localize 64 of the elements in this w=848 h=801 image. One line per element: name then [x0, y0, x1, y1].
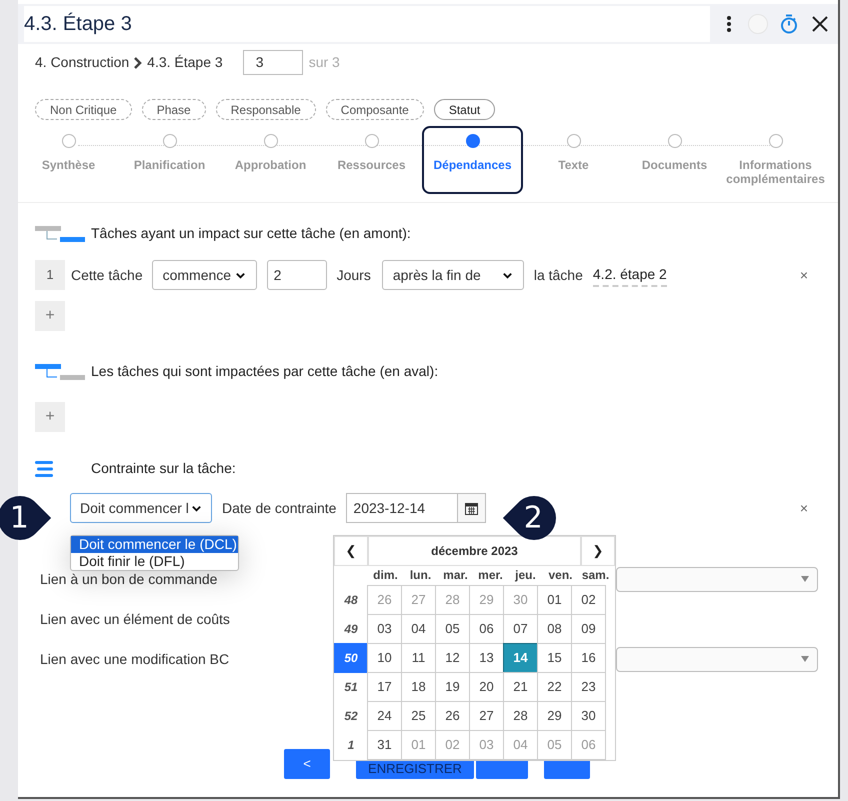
week-number: 48 — [343, 592, 359, 609]
day-cell[interactable]: 31 — [367, 730, 402, 760]
dropdown-option[interactable]: Doit finir le (DFL) — [71, 553, 238, 570]
add-button[interactable]: + — [35, 402, 65, 432]
weekday-label: jeu. — [514, 567, 537, 584]
more-icon[interactable] — [726, 15, 732, 33]
week-number: 52 — [343, 708, 359, 725]
relation-select[interactable]: après la fin de — [382, 260, 524, 290]
verb-select[interactable]: commence — [152, 260, 257, 290]
weekday-label: dim. — [372, 567, 399, 584]
row-label: la tâche — [534, 266, 583, 284]
chevron-right-icon — [133, 56, 144, 68]
weekday-label: lun. — [408, 567, 432, 584]
add-button[interactable]: + — [35, 301, 65, 331]
dropdown-arrow-icon — [801, 576, 809, 582]
section-title: Les tâches qui sont impactées par cette tâche (en aval): — [91, 362, 438, 381]
dropdown-option[interactable]: Doit commencer le (DCL) — [71, 536, 238, 553]
weekday-label: sam. — [580, 567, 610, 584]
stopwatch-icon[interactable] — [780, 14, 798, 34]
remove-button[interactable]: × — [800, 498, 808, 518]
task-link[interactable]: 4.2. étape 2 — [592, 264, 667, 286]
date-field[interactable]: 2023-12-14 — [346, 493, 458, 523]
week-number: 1 — [346, 737, 356, 754]
filter-chip[interactable]: Statut — [434, 99, 496, 120]
remove-button[interactable]: × — [800, 264, 808, 286]
calendar-icon — [465, 502, 478, 514]
close-icon[interactable] — [812, 16, 828, 32]
title-field[interactable]: 4.3. Étape 3 — [24, 6, 710, 42]
row-number: 1 — [35, 260, 65, 290]
dropdown-arrow-icon — [801, 656, 809, 662]
breadcrumb-link[interactable]: 4. Construction — [35, 52, 130, 73]
constraint-type-select[interactable]: Doit commencer l — [70, 493, 212, 523]
filter-chip[interactable]: Phase — [142, 99, 206, 120]
link-label: Lien avec un élément de coûts — [40, 610, 231, 628]
weekday-label: ven. — [547, 567, 574, 584]
step-tab[interactable]: Dépendances — [422, 126, 523, 194]
page-total: sur 3 — [308, 53, 340, 72]
week-number: 49 — [343, 621, 359, 638]
filter-chip[interactable]: Responsable — [216, 99, 316, 120]
filter-chip[interactable]: Non Critique — [35, 99, 132, 120]
month-title: décembre 2023 — [368, 536, 581, 566]
link-label: Lien à un bon de commande — [40, 570, 218, 588]
weekday-label: mar. — [442, 567, 469, 584]
downstream-link-icon — [35, 362, 85, 382]
previous-month-button[interactable]: ❮ — [334, 536, 368, 566]
unit-label: Jours — [336, 266, 371, 284]
next-month-button[interactable]: ❯ — [581, 536, 615, 566]
row-label: Cette tâche — [71, 266, 143, 284]
previous-button[interactable]: < — [284, 749, 330, 779]
lines-icon — [35, 460, 55, 478]
filter-chip[interactable]: Composante — [326, 99, 424, 120]
link-label: Lien avec une modification BC — [40, 650, 230, 668]
section-title: Tâches ayant un impact sur cette tâche (en amont): — [91, 224, 411, 243]
weekday-label: mer. — [477, 567, 504, 584]
day-cell[interactable]: 02 — [571, 585, 606, 615]
upstream-link-icon — [35, 224, 85, 244]
section-title: Contrainte sur la tâche: — [91, 459, 236, 478]
calendar-button[interactable] — [458, 493, 486, 523]
page-field[interactable]: 3 — [242, 50, 303, 75]
amount-field[interactable]: 2 — [266, 260, 327, 290]
date-label: Date de contrainte — [222, 498, 336, 518]
breadcrumb-item: 4.3. Étape 3 — [147, 53, 223, 72]
week-number: 51 — [343, 679, 359, 696]
week-number: 50 — [334, 643, 368, 673]
